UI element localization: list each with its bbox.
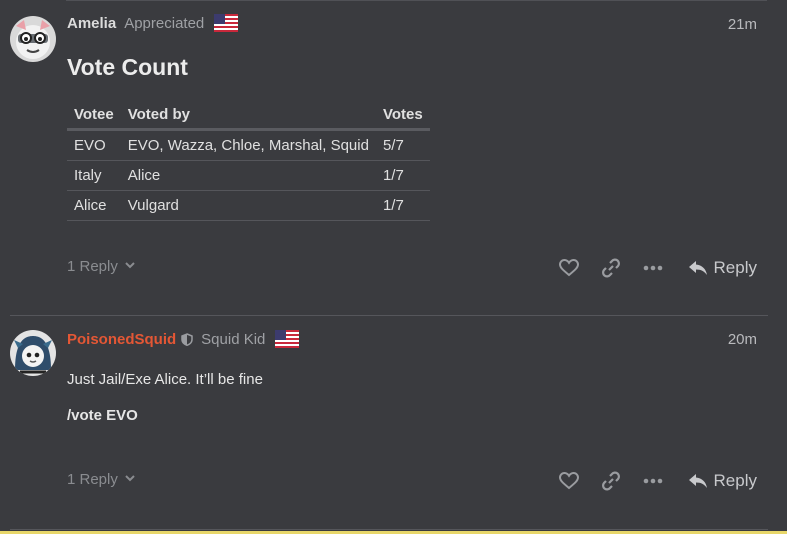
post-meta: Amelia Appreciated (67, 14, 239, 32)
username[interactable]: PoisonedSquid (67, 331, 176, 348)
table-header-row: Votee Voted by Votes (67, 100, 430, 131)
votee-cell: Italy (67, 160, 121, 191)
column-header: Votee (67, 100, 121, 131)
votee-cell: EVO (67, 129, 121, 161)
column-header: Voted by (120, 100, 376, 131)
votes-cell: 5/7 (375, 129, 430, 161)
avatar[interactable] (10, 16, 56, 62)
shield-icon (181, 332, 193, 346)
link-icon[interactable] (594, 254, 628, 282)
post-time[interactable]: 21m (728, 16, 757, 33)
show-replies-button[interactable]: 1 Reply (67, 258, 136, 275)
chevron-down-icon (124, 471, 136, 488)
us-flag-icon (214, 14, 239, 32)
chevron-down-icon (124, 258, 136, 275)
vote-command: /vote EVO (67, 407, 138, 424)
voted-by-cell: Alice (120, 160, 376, 191)
reply-button[interactable]: Reply (688, 258, 757, 278)
reply-label: Reply (713, 258, 757, 277)
user-title: Squid Kid (201, 330, 266, 348)
votes-cell: 1/7 (375, 190, 430, 221)
username[interactable]: Amelia (67, 15, 116, 32)
replies-label: 1 Reply (67, 471, 118, 488)
reply-label: Reply (713, 471, 757, 490)
link-icon[interactable] (594, 467, 628, 495)
table-row: Alice Vulgard 1/7 (67, 190, 430, 221)
heart-icon[interactable] (552, 467, 586, 495)
post-actions: Reply (544, 467, 757, 495)
more-icon[interactable] (636, 254, 670, 282)
more-icon[interactable] (636, 467, 670, 495)
post-actions: Reply (544, 254, 757, 282)
post-separator (10, 529, 768, 530)
avatar[interactable] (10, 330, 56, 376)
column-header: Votes (375, 100, 430, 131)
reply-button[interactable]: Reply (688, 471, 757, 491)
divider (66, 0, 767, 1)
heart-icon[interactable] (552, 254, 586, 282)
voted-by-cell: EVO, Wazza, Chloe, Marshal, Squid (120, 129, 376, 161)
post-meta: PoisonedSquid Squid Kid (67, 330, 300, 348)
table-row: EVO EVO, Wazza, Chloe, Marshal, Squid 5/… (67, 129, 430, 161)
votee-cell: Alice (67, 190, 121, 221)
table-row: Italy Alice 1/7 (67, 160, 430, 191)
show-replies-button[interactable]: 1 Reply (67, 471, 136, 488)
post-time[interactable]: 20m (728, 331, 757, 348)
vote-table: Votee Voted by Votes EVO EVO, Wazza, Chl… (67, 100, 430, 221)
us-flag-icon (275, 330, 300, 348)
post-heading: Vote Count (67, 54, 188, 80)
user-title: Appreciated (124, 14, 205, 32)
post-poisonedsquid: PoisonedSquid Squid Kid 20m Just Jail/Ex… (0, 315, 787, 530)
reply-icon (688, 261, 707, 275)
post-text: Just Jail/Exe Alice. It’ll be fine (67, 371, 263, 388)
replies-label: 1 Reply (67, 258, 118, 275)
post-amelia: Amelia Appreciated 21m Vote Count Votee … (0, 0, 787, 315)
votes-cell: 1/7 (375, 160, 430, 191)
voted-by-cell: Vulgard (120, 190, 376, 221)
reply-icon (688, 474, 707, 488)
